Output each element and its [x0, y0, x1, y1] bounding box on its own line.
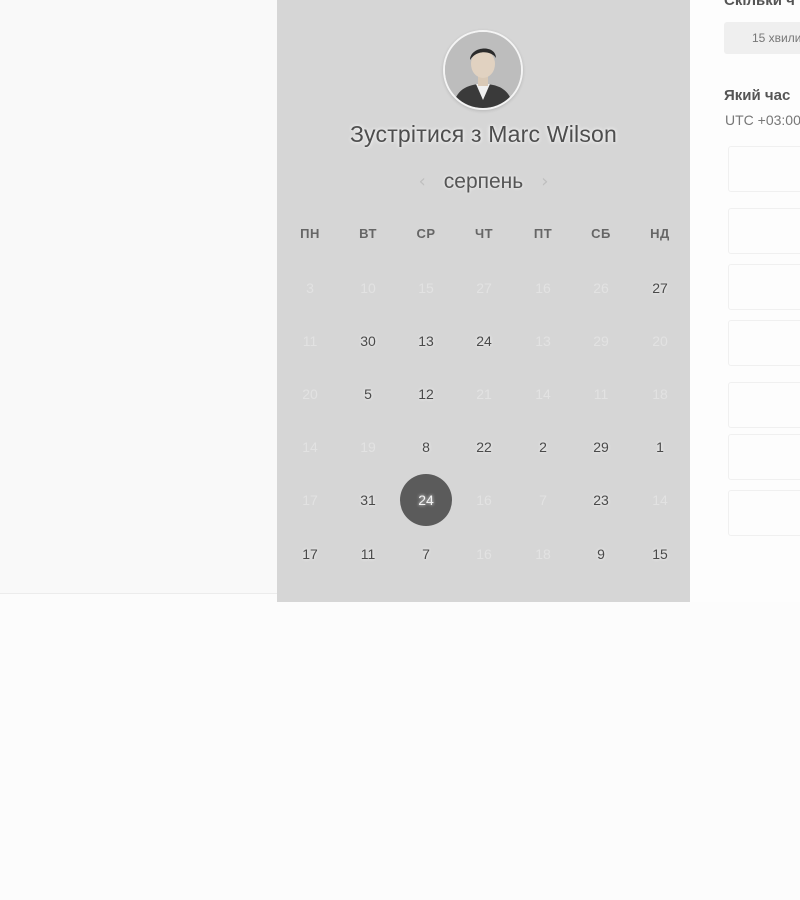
calendar-day[interactable]: 29 [575, 421, 627, 473]
calendar-day: 10 [360, 280, 376, 296]
right-pane: Скільки ч 15 хвили Який час UTC +03:00 [690, 0, 800, 602]
timezone-selector[interactable]: UTC +03:00 [725, 112, 800, 128]
weekday-label: ПТ [533, 226, 553, 241]
calendar-day[interactable]: 11 [342, 528, 394, 580]
calendar-panel: Зустрітися з Marc Wilson ‹ серпень › ПН В… [277, 0, 690, 602]
weekday-label: ПН [300, 226, 320, 241]
calendar-day[interactable]: 13 [400, 315, 452, 367]
calendar-day: 14 [652, 492, 668, 508]
calendar-day[interactable]: 1 [634, 421, 686, 473]
calendar-day: 18 [652, 386, 668, 402]
calendar-day: 3 [306, 280, 314, 296]
calendar-day[interactable]: 24 [458, 315, 510, 367]
calendar-day: 29 [593, 333, 609, 349]
calendar-day: 17 [302, 492, 318, 508]
calendar-day[interactable]: 31 [342, 474, 394, 526]
weekday-label: ВТ [359, 226, 377, 241]
duration-label: Скільки ч [724, 0, 795, 9]
calendar-day[interactable]: 7 [400, 528, 452, 580]
calendar-day: 14 [535, 386, 551, 402]
calendar-day[interactable]: 8 [400, 421, 452, 473]
left-pane [0, 0, 277, 594]
weekday-label: СР [416, 226, 436, 241]
time-slot[interactable] [728, 434, 800, 480]
next-month-icon[interactable]: › [541, 173, 548, 191]
calendar-day: 16 [476, 492, 492, 508]
calendar-day[interactable]: 5 [342, 368, 394, 420]
calendar-day: 21 [476, 386, 492, 402]
calendar-day: 15 [418, 280, 434, 296]
selected-day[interactable]: 24 [400, 474, 452, 526]
calendar-day[interactable]: 2 [517, 421, 569, 473]
weekday-label: СБ [591, 226, 611, 241]
calendar-day: 13 [535, 333, 551, 349]
time-slot[interactable] [728, 382, 800, 428]
calendar-day: 7 [539, 492, 547, 508]
calendar-day: 16 [535, 280, 551, 296]
time-label: Який час [724, 87, 791, 104]
weekday-label: ЧТ [474, 226, 494, 241]
calendar-day[interactable]: 30 [342, 315, 394, 367]
time-slot[interactable] [728, 490, 800, 536]
duration-selector[interactable]: 15 хвили [724, 22, 800, 54]
calendar-day: 14 [302, 439, 318, 455]
calendar-day[interactable]: 17 [284, 528, 336, 580]
calendar-day[interactable]: 12 [400, 368, 452, 420]
time-slot[interactable] [728, 264, 800, 310]
month-label: серпень [443, 170, 524, 193]
time-slot[interactable] [728, 208, 800, 254]
calendar-day: 11 [302, 333, 318, 349]
calendar-day[interactable]: 9 [575, 528, 627, 580]
calendar-day: 20 [652, 333, 668, 349]
calendar-day[interactable]: 27 [634, 262, 686, 314]
calendar-day: 18 [535, 546, 551, 562]
calendar-day[interactable]: 23 [575, 474, 627, 526]
time-slot[interactable] [728, 146, 800, 192]
calendar-day: 27 [476, 280, 492, 296]
calendar-day: 19 [360, 439, 376, 455]
calendar-day[interactable]: 22 [458, 421, 510, 473]
month-navigation: ‹ серпень › [277, 168, 690, 196]
calendar-day: 20 [302, 386, 318, 402]
calendar-day[interactable]: 15 [634, 528, 686, 580]
weekday-label: НД [650, 226, 670, 241]
calendar-day: 16 [476, 546, 492, 562]
calendar-day: 11 [593, 386, 609, 402]
host-avatar [443, 30, 523, 110]
weekday-header: ПН ВТ СР ЧТ ПТ СБ НД [277, 226, 690, 246]
time-slot[interactable] [728, 320, 800, 366]
meeting-title: Зустрітися з Marc Wilson [349, 121, 618, 147]
prev-month-icon[interactable]: ‹ [419, 173, 426, 191]
calendar-day: 26 [593, 280, 609, 296]
